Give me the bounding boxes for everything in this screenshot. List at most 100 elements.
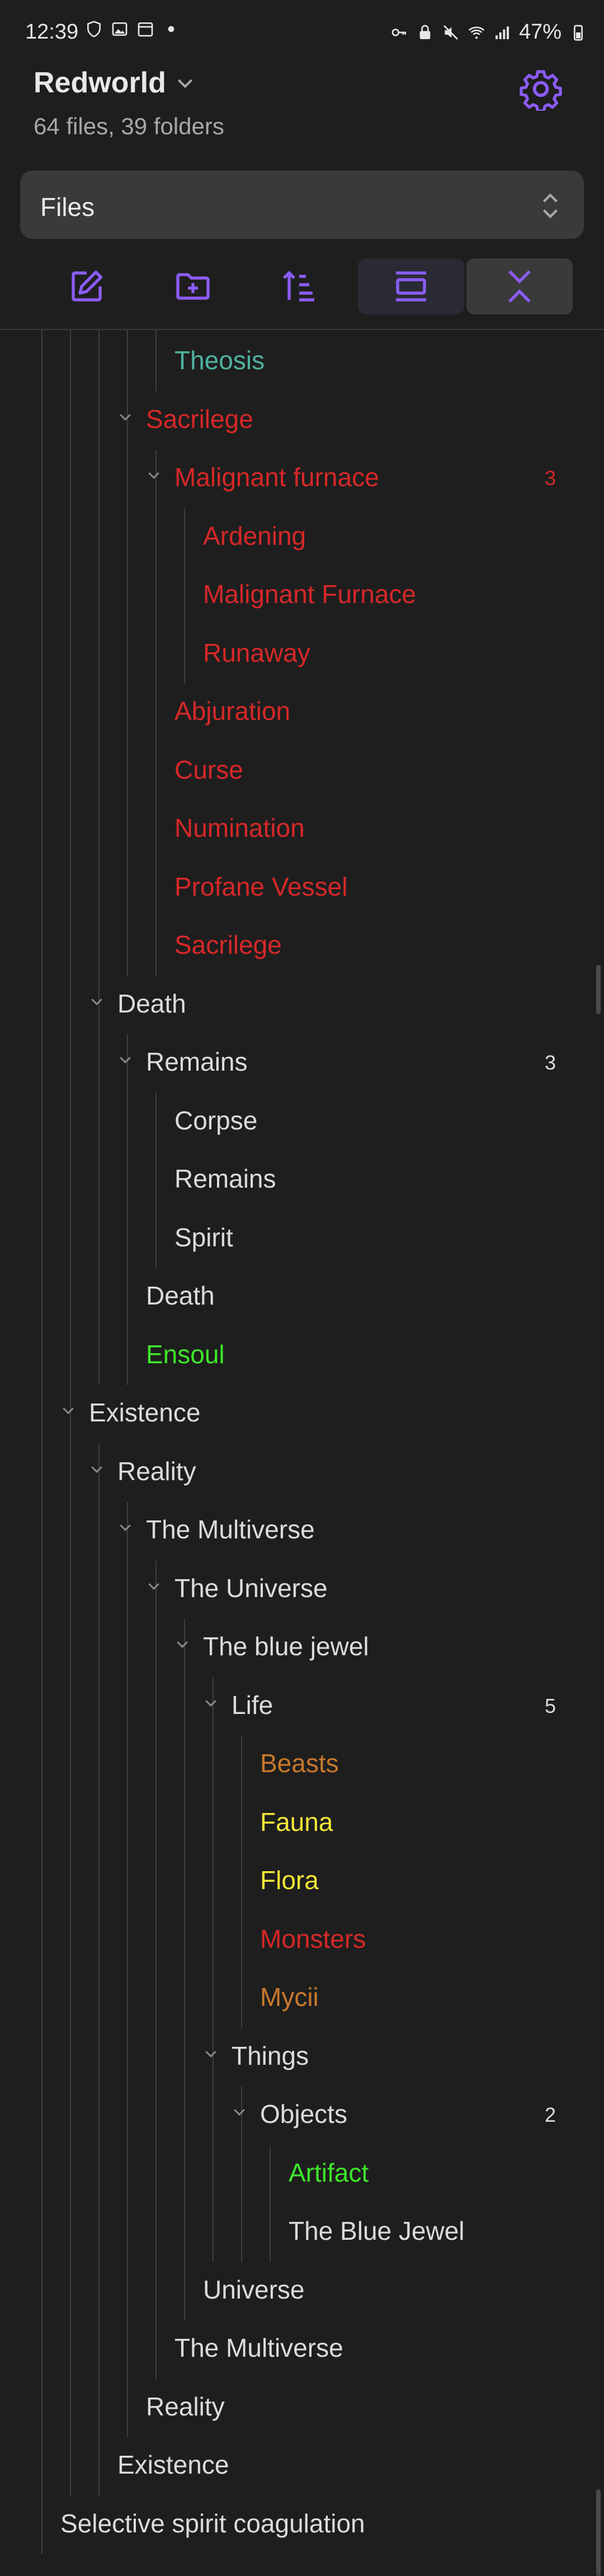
- chevron-down-icon[interactable]: [88, 1461, 105, 1477]
- tree-file[interactable]: Abjuration: [0, 684, 604, 734]
- tree-folder[interactable]: The blue jewel: [0, 1619, 604, 1669]
- tree-item-label: Runaway: [203, 638, 310, 667]
- tree-file[interactable]: Profane Vessel: [0, 859, 604, 910]
- signal-icon: [495, 26, 509, 39]
- chevron-down-icon[interactable]: [202, 2045, 219, 2062]
- battery-percent: 47%: [518, 20, 561, 44]
- tree-file[interactable]: Curse: [0, 742, 604, 793]
- gear-icon[interactable]: [519, 67, 563, 111]
- tree-item-label: The Universe: [174, 1573, 328, 1603]
- vault-switcher[interactable]: Redworld: [34, 66, 196, 100]
- tree-item-label: The blue jewel: [203, 1632, 369, 1661]
- tree-file[interactable]: Spirit: [0, 1210, 604, 1260]
- tree-item-label: Monsters: [260, 1924, 366, 1953]
- tree-folder[interactable]: Malignant furnace 3: [0, 450, 604, 500]
- tree-item-label: Flora: [260, 1866, 319, 1895]
- tree-item-label: Sacrilege: [174, 930, 282, 959]
- chevron-down-icon[interactable]: [117, 1519, 134, 1536]
- vault-stats: 64 files, 39 folders: [34, 113, 224, 139]
- folder-plus-icon: [176, 273, 210, 300]
- tree-file[interactable]: Universe: [0, 2262, 604, 2313]
- tree-file[interactable]: Beasts: [0, 1736, 604, 1786]
- tree-folder[interactable]: Things: [0, 2028, 604, 2079]
- tree-file[interactable]: Runaway: [0, 625, 604, 676]
- tree-item-label: The Multiverse: [146, 1515, 315, 1544]
- tree-item-label: Universe: [203, 2274, 305, 2304]
- tree-file[interactable]: The Multiverse: [0, 2320, 604, 2371]
- tree-item-label: Death: [146, 1281, 215, 1310]
- tree-item-label: Existence: [117, 2450, 229, 2479]
- chevron-down-icon: [177, 79, 192, 88]
- tree-folder[interactable]: Sacrilege: [0, 392, 604, 442]
- shield-icon: [87, 21, 101, 37]
- sort-button[interactable]: [246, 258, 352, 314]
- status-bar: 12:39 47%: [0, 0, 604, 62]
- tree-folder[interactable]: Death: [0, 976, 604, 1026]
- wifi-icon: [468, 26, 485, 39]
- tree-folder[interactable]: Reality: [0, 1444, 604, 1494]
- chevron-down-icon[interactable]: [174, 1636, 191, 1652]
- folder-count: 5: [544, 1694, 556, 1717]
- chevron-down-icon[interactable]: [117, 1051, 134, 1068]
- tree-file[interactable]: Selective spirit coagulation: [0, 2496, 604, 2546]
- tree-file[interactable]: Fauna: [0, 1795, 604, 1845]
- folder-count: 3: [544, 1051, 556, 1074]
- tree-item-label: Corpse: [174, 1105, 258, 1135]
- chevron-down-icon[interactable]: [145, 1577, 162, 1594]
- tree-item-label: Life: [232, 1690, 273, 1720]
- tree-file[interactable]: Flora: [0, 1853, 604, 1903]
- panel-icon: [396, 271, 426, 302]
- tree-file[interactable]: Ensoul: [0, 1327, 604, 1377]
- tree-item-label: Malignant Furnace: [203, 580, 416, 609]
- tree-item-label: Objects: [260, 2099, 347, 2128]
- collapse-all-button[interactable]: [466, 258, 573, 314]
- tree-folder[interactable]: The Multiverse: [0, 1502, 604, 1552]
- tree-file[interactable]: Remains: [0, 1151, 604, 1202]
- new-note-button[interactable]: [34, 258, 140, 314]
- tree-item-label: Selective spirit coagulation: [60, 2508, 365, 2538]
- chevron-down-icon[interactable]: [117, 408, 134, 425]
- tree-folder[interactable]: Existence: [0, 1385, 604, 1435]
- tree-folder[interactable]: Remains 3: [0, 1034, 604, 1085]
- tree-file[interactable]: Mycii: [0, 1970, 604, 2020]
- chevron-down-icon[interactable]: [88, 993, 105, 1010]
- tree-item-label: Death: [117, 988, 186, 1018]
- tree-file[interactable]: Monsters: [0, 1911, 604, 1962]
- scrollbar-thumb-lower[interactable]: [596, 2489, 601, 2576]
- scrollbar-thumb[interactable]: [596, 965, 601, 1014]
- tree-file[interactable]: The Blue Jewel: [0, 2203, 604, 2254]
- battery-icon: [574, 25, 583, 41]
- mute-icon: [443, 25, 458, 40]
- tree-item-label: The Blue Jewel: [289, 2216, 465, 2245]
- tree-item-label: Existence: [89, 1398, 201, 1427]
- chevron-down-icon[interactable]: [60, 1402, 77, 1419]
- new-folder-button[interactable]: [140, 258, 246, 314]
- tree-item-label: Beasts: [260, 1749, 339, 1778]
- tree-file[interactable]: Numination: [0, 800, 604, 851]
- tree-item-label: Remains: [174, 1164, 276, 1193]
- tree-file[interactable]: Corpse: [0, 1093, 604, 1143]
- chevron-down-icon[interactable]: [231, 2103, 248, 2120]
- tree-item-label: Abjuration: [174, 696, 291, 726]
- tree-file[interactable]: Ardening: [0, 508, 604, 559]
- collapse-view-button[interactable]: [358, 258, 464, 314]
- tree-file[interactable]: Existence: [0, 2437, 604, 2488]
- tree-file[interactable]: Malignant Furnace: [0, 567, 604, 617]
- chevron-down-icon[interactable]: [202, 1694, 219, 1711]
- edit-icon: [72, 270, 103, 302]
- tree-item-label: Reality: [146, 2391, 225, 2421]
- tree-folder[interactable]: The Universe: [0, 1561, 604, 1611]
- tree-folder[interactable]: Objects 2: [0, 2087, 604, 2137]
- chevron-down-icon[interactable]: [145, 467, 162, 483]
- tree-file[interactable]: Reality: [0, 2379, 604, 2429]
- tree-file[interactable]: Death: [0, 1268, 604, 1318]
- tree-folder[interactable]: Life 5: [0, 1678, 604, 1728]
- view-selector[interactable]: Files: [20, 171, 584, 239]
- image-icon: [112, 22, 128, 36]
- tree-file[interactable]: Sacrilege: [0, 917, 604, 968]
- tree-file[interactable]: Artifact: [0, 2145, 604, 2196]
- view-selector-value: Files: [40, 192, 95, 222]
- sort-icon: [283, 271, 314, 302]
- tree-file[interactable]: Theosis: [0, 333, 604, 383]
- key-icon: [391, 28, 406, 36]
